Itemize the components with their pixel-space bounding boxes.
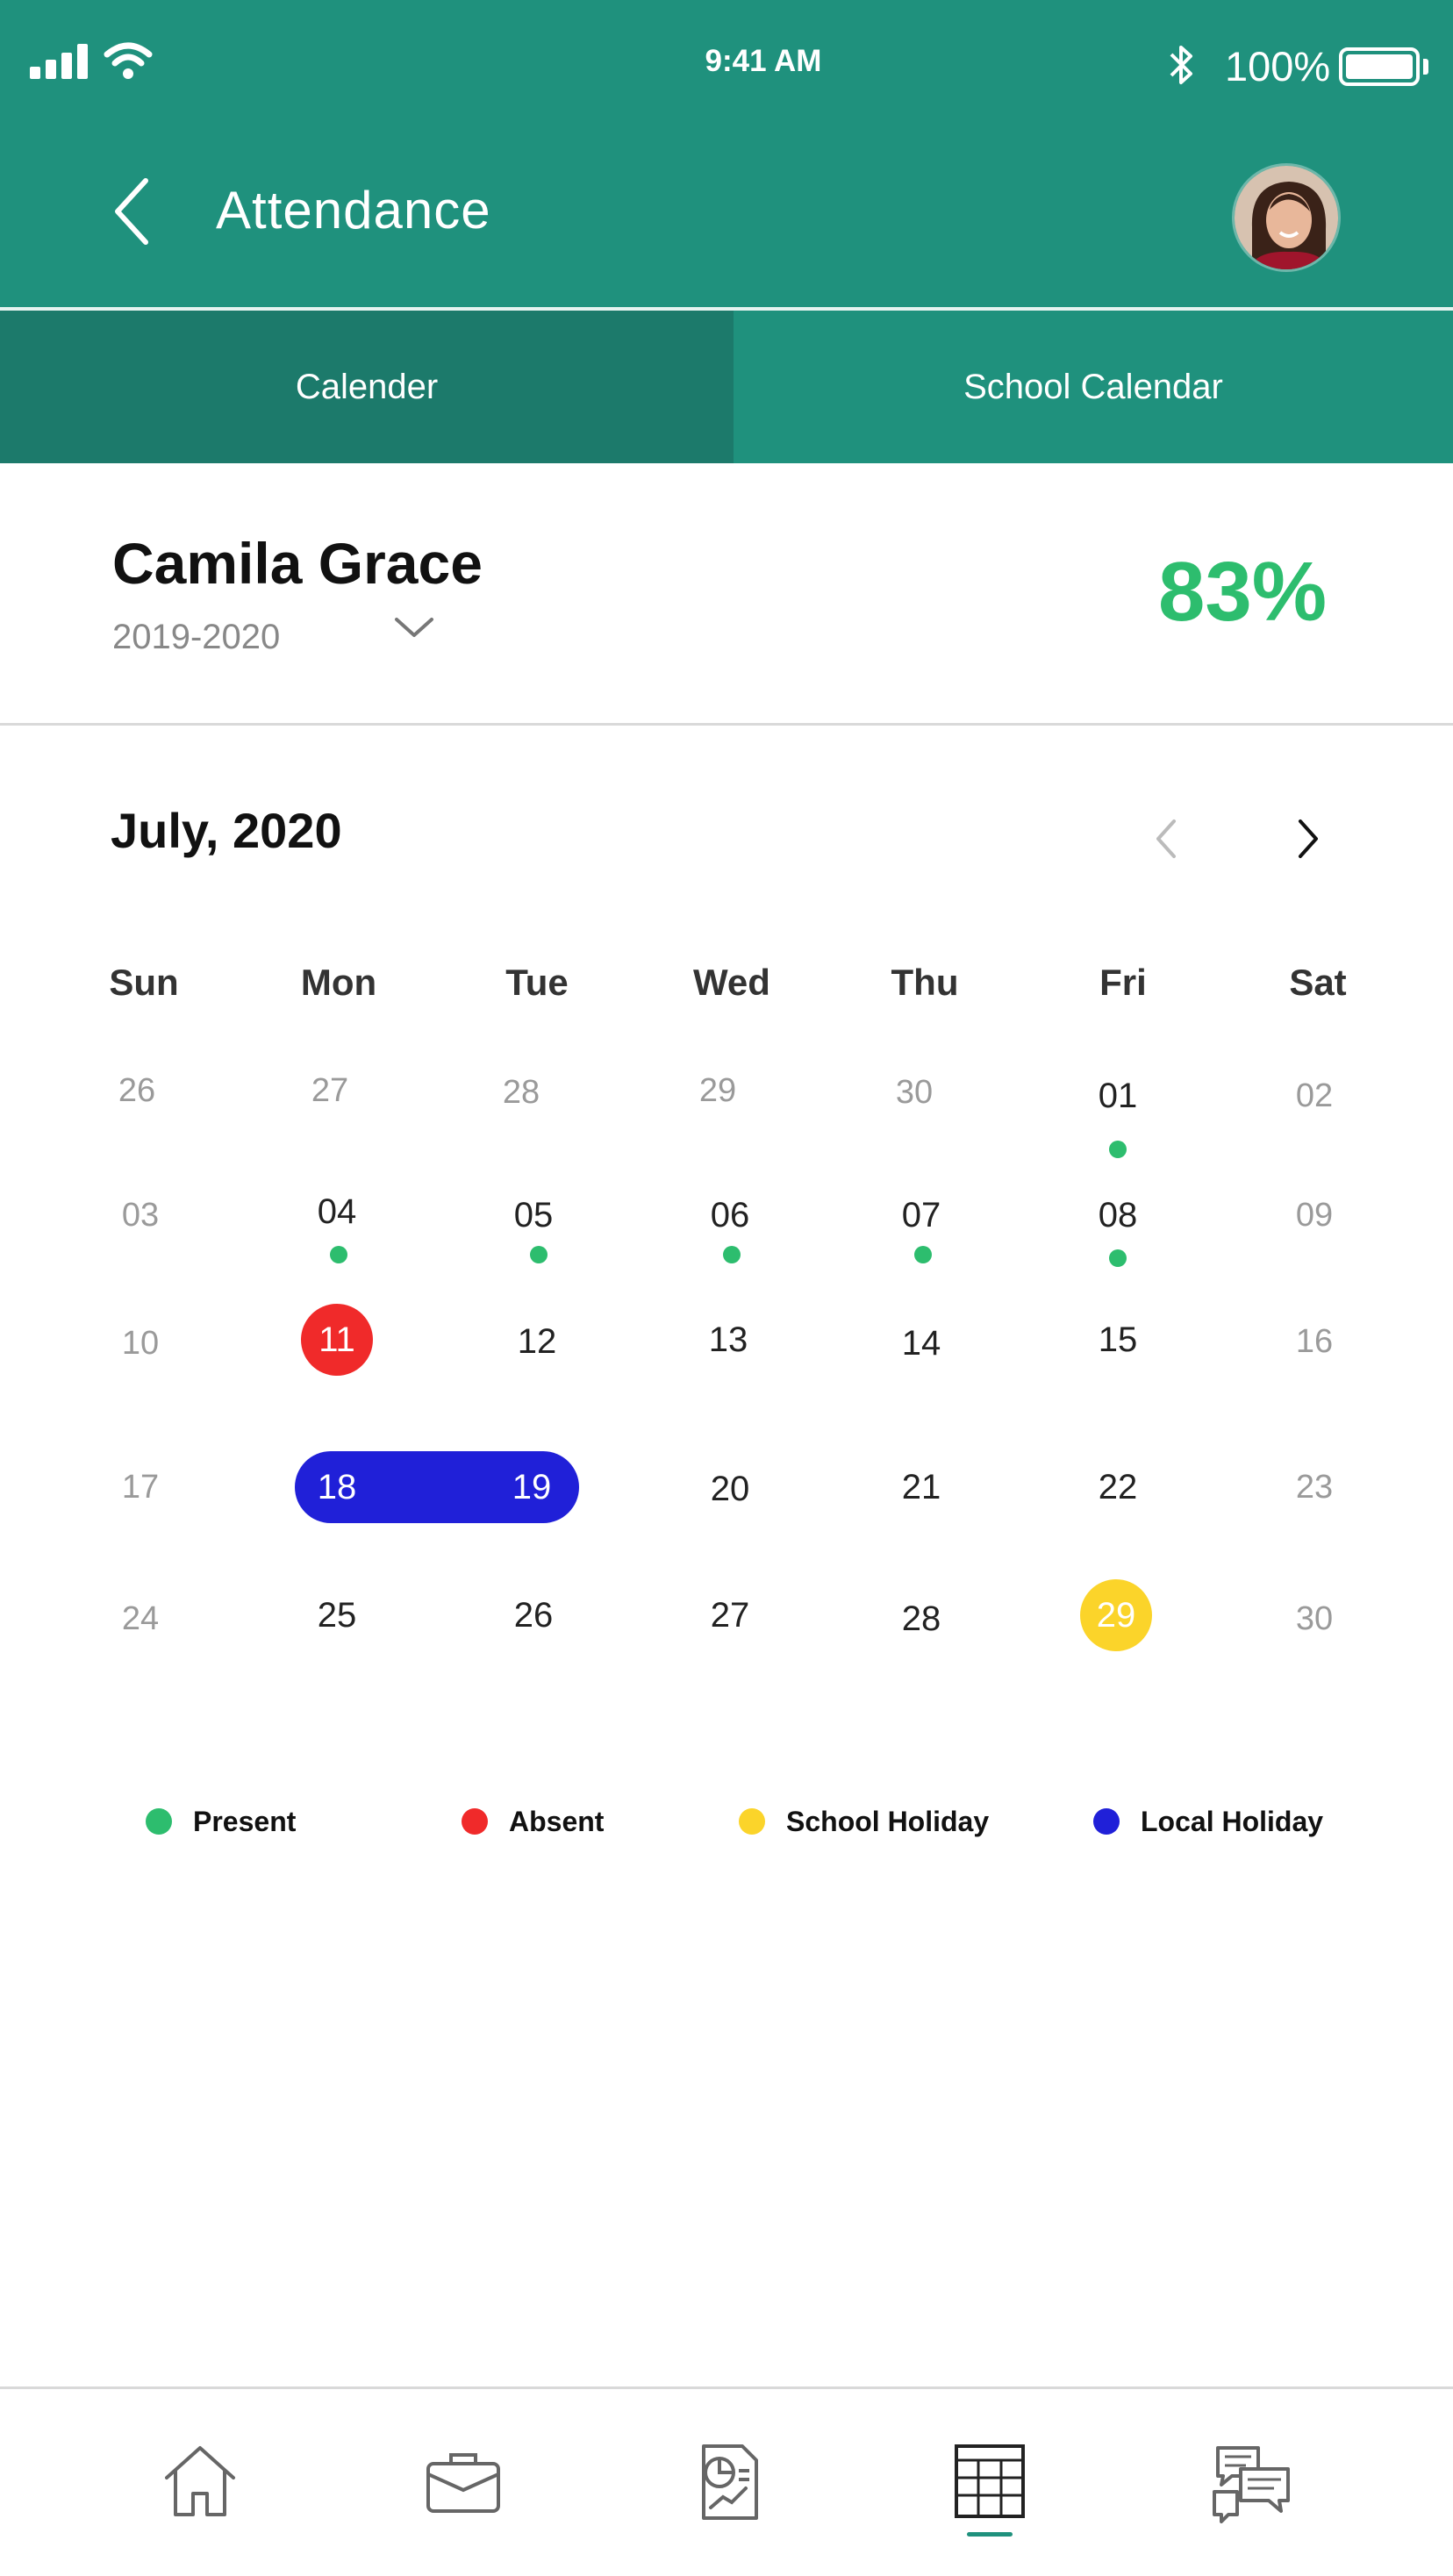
calendar-day[interactable]: 17 — [42, 1456, 239, 1518]
calendar-day[interactable]: 10 — [42, 1313, 239, 1374]
calendar-day[interactable]: 06 — [632, 1184, 828, 1246]
chat-icon[interactable] — [1211, 2439, 1295, 2523]
active-tab-indicator — [967, 2532, 1013, 2537]
calendar-day[interactable]: 24 — [42, 1588, 239, 1649]
legend-absent: Absent — [462, 1802, 604, 1841]
calendar-day[interactable]: 05 — [435, 1184, 632, 1246]
app-header: 9:41 AM 100% Attendance Calender School … — [0, 0, 1453, 463]
calendar-day[interactable]: 16 — [1216, 1311, 1413, 1372]
blue-dot-icon — [1093, 1808, 1120, 1835]
tab-school-calendar[interactable]: School Calendar — [734, 311, 1453, 463]
calendar-day[interactable]: 29 — [619, 1060, 816, 1121]
chevron-down-icon[interactable] — [393, 614, 435, 640]
legend-school-holiday: School Holiday — [739, 1802, 989, 1841]
battery-icon — [1339, 47, 1420, 86]
calendar-day[interactable]: 23 — [1216, 1456, 1413, 1518]
weekday-fri: Fri — [1099, 962, 1147, 1003]
calendar-day[interactable]: 30 — [816, 1062, 1013, 1123]
present-dot — [330, 1246, 347, 1263]
academic-year[interactable]: 2019-2020 — [112, 618, 280, 657]
calendar-day[interactable]: 19 — [433, 1456, 630, 1518]
weekday-wed: Wed — [693, 962, 770, 1003]
next-month-icon[interactable] — [1290, 814, 1325, 863]
calendar-day[interactable]: 11 — [239, 1309, 435, 1370]
calendar-day[interactable]: 22 — [1020, 1456, 1216, 1518]
calendar-day[interactable]: 14 — [823, 1313, 1020, 1374]
calendar-day[interactable]: 27 — [632, 1585, 828, 1646]
attendance-percent: 83% — [1158, 545, 1328, 639]
tab-calender[interactable]: Calender — [0, 311, 734, 463]
calendar-grid-icon[interactable] — [948, 2439, 1032, 2523]
calendar-day[interactable]: 30 — [1216, 1588, 1413, 1649]
present-dot — [914, 1246, 932, 1263]
calendar-day[interactable]: 09 — [1216, 1184, 1413, 1246]
present-dot — [723, 1246, 741, 1263]
legend-local-holiday: Local Holiday — [1093, 1802, 1323, 1841]
back-icon[interactable] — [104, 172, 165, 251]
calendar-day[interactable]: 02 — [1216, 1065, 1413, 1127]
calendar-day[interactable]: 12 — [439, 1311, 635, 1372]
red-dot-icon — [462, 1808, 488, 1835]
calendar-day[interactable]: 15 — [1020, 1309, 1216, 1370]
calendar-day[interactable]: 28 — [823, 1588, 1020, 1649]
bottom-nav-divider — [0, 2386, 1453, 2389]
prev-month-icon[interactable] — [1149, 814, 1185, 863]
report-chart-icon[interactable] — [684, 2439, 769, 2523]
calendar-day[interactable]: 27 — [232, 1060, 428, 1121]
divider — [0, 723, 1453, 726]
calendar-day[interactable]: 13 — [630, 1309, 827, 1370]
present-dot — [530, 1246, 548, 1263]
student-name: Camila Grace — [112, 531, 483, 596]
page-title: Attendance — [216, 181, 491, 240]
briefcase-icon[interactable] — [421, 2439, 505, 2523]
home-icon[interactable] — [158, 2439, 242, 2523]
calendar-day[interactable]: 21 — [823, 1456, 1020, 1518]
weekday-tue: Tue — [505, 962, 569, 1003]
calendar-day[interactable]: 03 — [42, 1184, 239, 1246]
battery-percent: 100% — [1225, 43, 1331, 89]
calendar-day[interactable]: 07 — [823, 1184, 1020, 1246]
calendar-day[interactable]: 08 — [1020, 1184, 1216, 1246]
month-label: July, 2020 — [111, 803, 342, 858]
calendar-day[interactable]: 28 — [423, 1062, 619, 1123]
present-dot — [1109, 1141, 1127, 1158]
status-bar: 9:41 AM 100% — [0, 0, 1453, 132]
calendar-day[interactable]: 26 — [39, 1060, 235, 1121]
calendar-day[interactable]: 29 — [1018, 1585, 1214, 1646]
calendar-day[interactable]: 25 — [239, 1585, 435, 1646]
calendar-day[interactable]: 01 — [1020, 1065, 1216, 1127]
weekday-sat: Sat — [1289, 962, 1347, 1003]
calendar-day[interactable]: 18 — [239, 1456, 435, 1518]
avatar[interactable] — [1232, 163, 1341, 272]
calendar-day[interactable]: 26 — [435, 1585, 632, 1646]
legend-present: Present — [146, 1802, 296, 1841]
bluetooth-icon — [1170, 46, 1192, 84]
weekday-sun: Sun — [109, 962, 179, 1003]
green-dot-icon — [146, 1808, 172, 1835]
calendar-day[interactable]: 04 — [239, 1181, 435, 1242]
calendar-day[interactable]: 20 — [632, 1458, 828, 1520]
present-dot — [1109, 1249, 1127, 1267]
yellow-dot-icon — [739, 1808, 765, 1835]
weekday-mon: Mon — [300, 962, 377, 1003]
weekday-thu: Thu — [891, 962, 959, 1003]
